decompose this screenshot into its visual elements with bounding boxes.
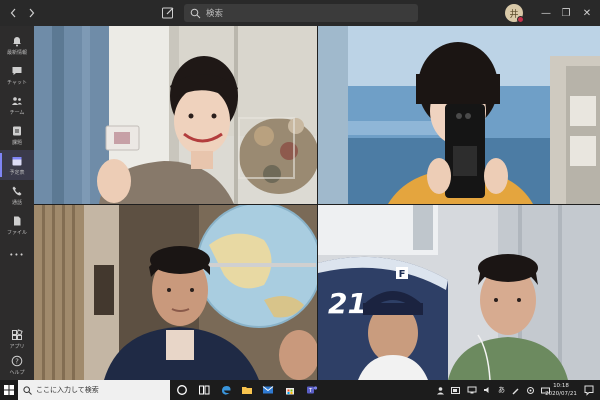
svg-text:F: F [399,269,406,280]
phone-icon [12,186,22,195]
task-view-icon[interactable] [198,384,210,396]
system-tray: あ [436,380,550,400]
close-icon: ✕ [582,7,592,19]
rail-item-teams[interactable]: チーム [0,90,34,120]
close-button[interactable]: ✕ [574,0,600,26]
video-tile-4[interactable]: 21 F [318,205,600,380]
store-icon[interactable] [284,384,296,396]
assignments-icon [13,126,21,135]
jersey-number: 21 [328,287,367,320]
notification-dot [517,16,524,23]
ime-indicator[interactable]: あ [498,385,505,395]
chevron-left-icon [10,8,15,18]
maximize-icon: ❐ [561,7,571,19]
teams-icon [12,96,22,105]
windows-icon [4,385,14,395]
participant-video [34,205,317,380]
search-box[interactable]: 検索 [184,4,418,22]
svg-text:?: ? [15,357,19,365]
rail-item-files[interactable]: ファイル [0,210,34,240]
clock-date: 2020/07/21 [545,391,577,397]
compose-icon [162,7,174,19]
calendar-icon [12,156,22,165]
rail-item-chat[interactable]: チャット [0,60,34,90]
rail-item-help[interactable]: ? ヘルプ [0,350,34,380]
bell-icon [13,36,21,46]
pen-icon[interactable] [511,386,520,395]
start-button[interactable] [0,380,18,400]
rail-label: 課題 [11,139,22,146]
back-button[interactable] [4,0,22,26]
taskbar-search-placeholder: ここに入力して検索 [36,386,99,394]
rail-label: チャット [7,79,27,86]
apps-icon [12,328,23,340]
forward-button[interactable] [22,0,40,26]
cortana-icon[interactable] [176,384,188,396]
rail-label: ヘルプ [9,369,25,376]
windows-taskbar: ここに入力して検索 T あ 10:18 2020/07/21 [0,380,600,400]
teams-taskbar-icon[interactable]: T [306,384,318,396]
rail-item-calendar[interactable]: 予定表 [0,150,34,180]
help-icon: ? [11,355,23,366]
search-icon [190,8,201,18]
search-icon [23,385,32,395]
taskbar-clock[interactable]: 10:18 2020/07/21 [543,382,579,398]
rail-label: 通話 [11,199,22,206]
rail-more-button[interactable]: ••• [0,240,34,270]
more-options-button[interactable]: … [488,0,514,26]
battery-icon[interactable] [451,386,461,394]
video-tile-1[interactable] [34,26,317,204]
video-tile-2[interactable] [318,26,600,204]
rail-label: 最新情報 [6,49,27,56]
teams-window: 検索 井 … — ❐ ✕ 最新情報 チャット チーム 課題 予定表 [0,0,600,400]
more-icon: ••• [9,251,25,259]
compose-button[interactable] [160,5,176,21]
rail-label: ファイル [6,229,27,236]
mail-icon[interactable] [262,384,274,396]
video-tile-3[interactable] [34,205,317,380]
participant-video [318,26,600,204]
volume-icon[interactable] [483,386,492,394]
notifications-icon[interactable] [583,384,595,396]
people-icon[interactable] [436,386,445,395]
file-explorer-icon[interactable] [241,384,253,396]
search-placeholder: 検索 [206,9,224,19]
settings-tray-icon[interactable] [526,386,535,395]
rail-item-calls[interactable]: 通話 [0,180,34,210]
chat-icon [12,66,22,75]
network-icon[interactable] [467,386,477,394]
title-bar: 検索 井 … — ❐ ✕ [0,0,600,26]
edge-icon[interactable] [220,384,232,396]
minimize-icon: — [541,7,551,19]
participant-video [34,26,317,204]
file-icon [14,216,21,225]
rail-label: チーム [9,109,25,116]
rail-label: アプリ [9,343,25,350]
svg-text:T: T [308,388,313,394]
clock-time: 10:18 [553,383,569,389]
rail-item-assignments[interactable]: 課題 [0,120,34,150]
chevron-right-icon [29,8,34,18]
participant-video: 21 F [318,205,600,380]
taskbar-search[interactable]: ここに入力して検索 [18,380,170,400]
rail-item-activity[interactable]: 最新情報 [0,30,34,60]
rail-label: 予定表 [9,169,25,176]
app-bar: 最新情報 チャット チーム 課題 予定表 通話 ファイル ••• アプリ ? ヘ… [0,26,34,380]
